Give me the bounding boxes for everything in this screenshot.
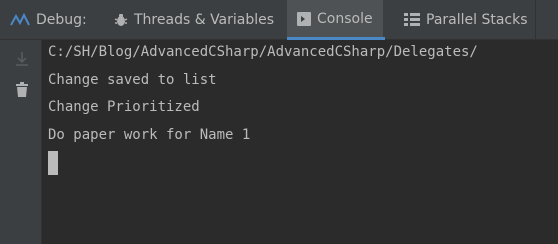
tab-parallel-label: Parallel Stacks [426,11,528,28]
console-line: Do paper work for Name 1 [48,127,251,143]
debug-title: Debug: [10,0,87,39]
tab-console-label: Console [317,10,373,27]
tab-threads-variables[interactable]: Threads & Variables [104,0,284,39]
tab-threads-label: Threads & Variables [134,11,275,28]
text-cursor [48,151,58,175]
bug-icon [114,12,128,28]
tab-console[interactable]: Console [287,0,383,37]
scroll-to-end-icon[interactable] [13,50,31,68]
console-gutter [0,40,42,244]
console-line: Change Prioritized [48,99,200,115]
console-output[interactable]: C:/SH/Blog/AdvancedCSharp/AdvancedCSharp… [42,40,558,244]
console-icon [297,11,311,26]
rider-debug-icon [10,12,30,27]
debug-toolbar: Debug: Threads & Variables Console Paral… [0,0,558,40]
trash-icon[interactable] [13,81,31,99]
console-line: C:/SH/Blog/AdvancedCSharp/AdvancedCSharp… [48,44,478,60]
toolbar-overflow-area [535,0,558,39]
debug-label: Debug: [36,11,87,28]
console-line: Change saved to list [48,72,217,88]
tab-parallel-stacks[interactable]: Parallel Stacks [394,0,538,39]
parallel-stacks-icon [404,12,420,27]
